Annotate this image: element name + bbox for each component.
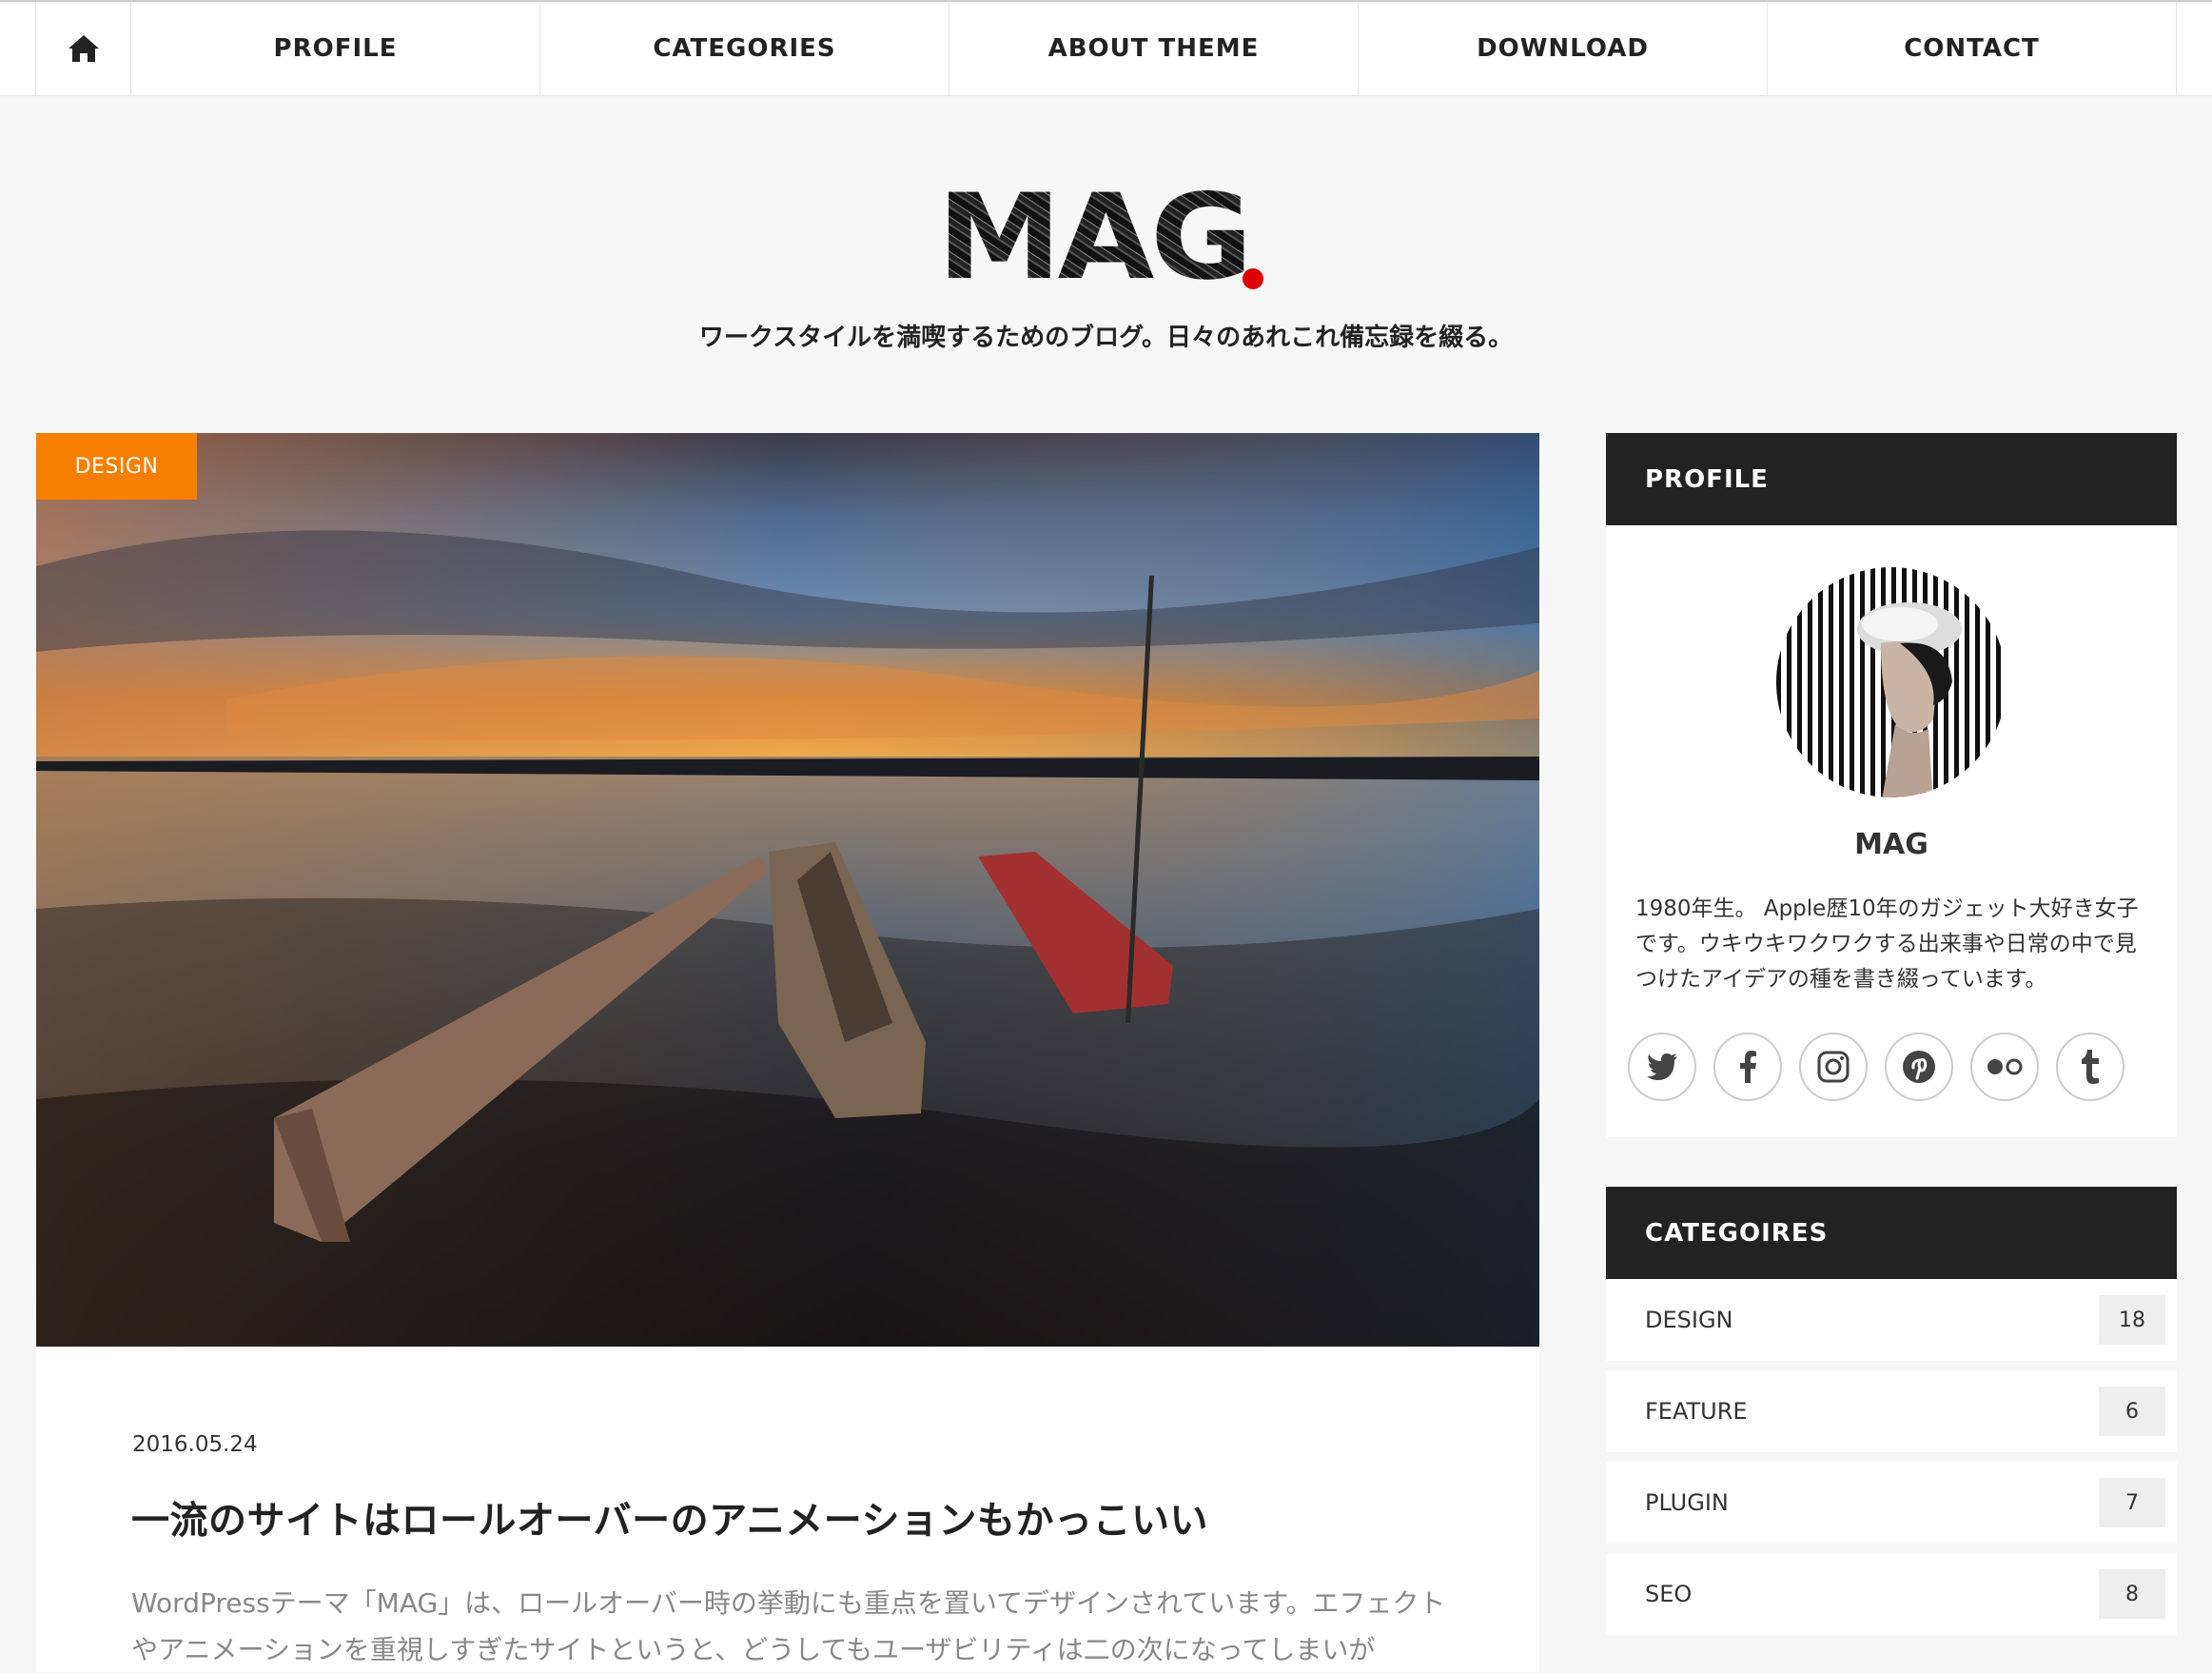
category-count: 8 — [2099, 1569, 2165, 1619]
site-tagline: ワークスタイルを満喫するためのブログ。日々のあれこれ備忘録を綴る。 — [698, 324, 1514, 352]
pinterest-icon — [1903, 1051, 1935, 1083]
category-count: 7 — [2099, 1478, 2165, 1527]
profile-bio: 1980年生。 Apple歴10年のガジェット大好き女子です。ウキウキワクワクす… — [1635, 896, 2139, 992]
featured-post-image[interactable] — [36, 433, 1539, 1347]
nav-item-profile[interactable]: PROFILE — [131, 2, 540, 95]
instagram-icon — [1817, 1051, 1850, 1083]
category-item-seo[interactable]: SEO 8 — [1606, 1553, 2177, 1635]
category-item-feature[interactable]: FEATURE 6 — [1606, 1370, 2177, 1452]
post-title[interactable]: 一流のサイトはロールオーバーのアニメーションもかっこいい — [131, 1489, 1208, 1545]
category-count: 6 — [2099, 1387, 2165, 1436]
lake-boats-photo — [36, 433, 1539, 1347]
post-category-badge[interactable]: DESIGN — [36, 433, 197, 500]
category-name: SEO — [1645, 1581, 1693, 1607]
category-name: DESIGN — [1645, 1307, 1733, 1333]
tumblr-link[interactable] — [2056, 1033, 2124, 1101]
category-count: 18 — [2099, 1295, 2165, 1345]
site-logo[interactable]: MAG — [937, 169, 1280, 306]
logo-dot — [1243, 268, 1263, 289]
facebook-icon — [1740, 1051, 1756, 1083]
post-date: 2016.05.24 — [132, 1432, 258, 1457]
profile-widget: MAG 1980年生。 Apple歴10年のガジェット大好き女子です。ウキウキワ… — [1606, 525, 2177, 1137]
category-name: PLUGIN — [1645, 1489, 1729, 1516]
avatar — [1776, 567, 2006, 797]
nav-item-download[interactable]: DOWNLOAD — [1359, 2, 1768, 95]
category-name: FEATURE — [1645, 1398, 1748, 1425]
nav-item-contact[interactable]: CONTACT — [1768, 2, 2177, 95]
logo-text: MAG — [937, 169, 1253, 306]
profile-name: MAG — [1854, 828, 1928, 861]
twitter-icon — [1647, 1053, 1677, 1080]
category-item-design[interactable]: DESIGN 18 — [1606, 1279, 2177, 1361]
social-links — [1628, 1033, 2124, 1101]
facebook-link[interactable] — [1713, 1033, 1782, 1101]
home-button[interactable] — [35, 2, 131, 95]
nav-item-about-theme[interactable]: ABOUT THEME — [949, 2, 1359, 95]
post-card: 2016.05.24 一流のサイトはロールオーバーのアニメーションもかっこいい … — [36, 1347, 1539, 1672]
flickr-icon — [1987, 1058, 2023, 1075]
flickr-link[interactable] — [1970, 1033, 2039, 1101]
category-list: DESIGN 18 FEATURE 6 PLUGIN 7 SEO 8 — [1606, 1279, 2177, 1644]
profile-portrait — [1857, 602, 1962, 797]
twitter-link[interactable] — [1628, 1033, 1696, 1101]
categories-widget-heading: CATEGOIRES — [1606, 1187, 2177, 1279]
home-icon — [68, 35, 99, 62]
category-item-plugin[interactable]: PLUGIN 7 — [1606, 1462, 2177, 1544]
top-navigation: PROFILE CATEGORIES ABOUT THEME DOWNLOAD … — [0, 0, 2212, 96]
post-excerpt: WordPressテーマ「MAG」は、ロールオーバー時の挙動にも重点を置いてデザ… — [131, 1587, 1446, 1665]
tumblr-icon — [2082, 1050, 2099, 1084]
instagram-link[interactable] — [1799, 1033, 1868, 1101]
nav-item-categories[interactable]: CATEGORIES — [540, 2, 949, 95]
profile-widget-heading: PROFILE — [1606, 433, 2177, 525]
pinterest-link[interactable] — [1885, 1033, 1953, 1101]
